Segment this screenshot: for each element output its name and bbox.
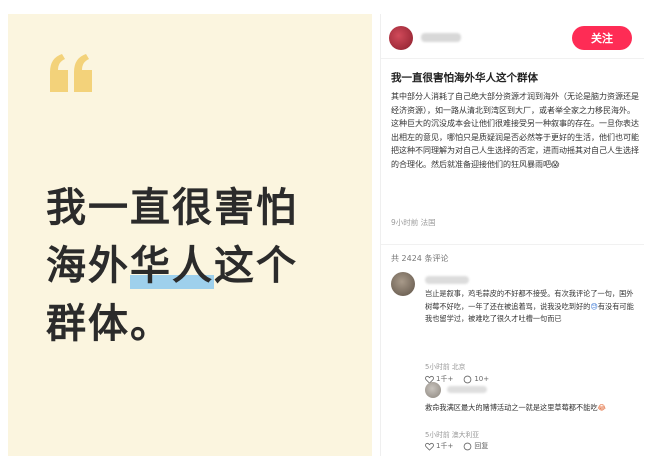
note-title: 我一直很害怕海外华人这个群体: [391, 72, 538, 84]
commenter-name-blurred[interactable]: [425, 276, 469, 284]
headline-line-2: 海外华人这个: [46, 237, 366, 295]
note-paragraph-2: 这种巨大的沉没成本会让他们很难接受另一种叙事的存在。一旦你表达出相左的意见，哪怕…: [391, 117, 639, 171]
author-avatar[interactable]: [389, 26, 413, 50]
follow-button[interactable]: 关注: [572, 26, 632, 50]
reply-actions: 1千+ 回复: [425, 441, 488, 451]
comment-item: 岂止是叙事，鸡毛蒜皮的不好都不接受。有次我评论了一句，国外树莓不好吃，一年了还在…: [391, 272, 641, 384]
comment-text: 岂止是叙事，鸡毛蒜皮的不好都不接受。有次我评论了一句，国外树莓不好吃，一年了还在…: [425, 288, 635, 326]
author-row: 关注: [389, 24, 638, 54]
note-paragraph-2-text: 这种巨大的沉没成本会让他们很难接受另一种叙事的存在。一旦你表达出相左的意见，哪怕…: [391, 119, 639, 169]
headline-line-2-post: 这个: [214, 243, 298, 289]
like-button[interactable]: 1千+: [425, 441, 453, 451]
reply-button[interactable]: 回复: [463, 441, 488, 451]
note-image-card[interactable]: 我一直很害怕 海外华人这个 群体。: [8, 14, 372, 456]
comment-count: 共 2424 条评论: [391, 254, 449, 263]
comment-bubble-icon: [464, 442, 472, 450]
like-count: 1千+: [436, 442, 454, 450]
headline-highlight: 华人: [130, 243, 214, 289]
note-meta: 9小时前 法国: [391, 218, 436, 227]
note-detail-view: 我一直很害怕 海外华人这个 群体。 关注 我一直很害怕海外华人这个群体 其中部分…: [0, 0, 650, 461]
reply-meta: 5小时前 澳大利亚: [425, 431, 480, 439]
scream-emoji-icon: 😱: [551, 159, 560, 169]
commenter-avatar[interactable]: [391, 272, 415, 296]
note-body: 其中部分人消耗了自己绝大部分资源才润到海外（无论是脑力资源还是经济资源），如一路…: [391, 90, 639, 172]
note-paragraph-1: 其中部分人消耗了自己绝大部分资源才润到海外（无论是脑力资源还是经济资源），如一路…: [391, 92, 639, 115]
comment-meta: 5小时前 北京: [425, 363, 466, 371]
heart-icon: [425, 442, 434, 451]
reply-text-main: 救命我满区最大的赌博活动之一就是这里草莓都不能吃: [425, 403, 598, 412]
laugh-emoji-icon: 😂: [597, 403, 606, 412]
note-panel: 关注 我一直很害怕海外华人这个群体 其中部分人消耗了自己绝大部分资源才润到海外（…: [380, 14, 644, 456]
reply-item: 救命我满区最大的赌博活动之一就是这里草莓都不能吃😂 5小时前 澳大利亚 1千+ …: [425, 382, 635, 454]
sweat-emoji-icon: 😓: [590, 301, 598, 311]
divider: [381, 244, 644, 245]
divider: [381, 58, 644, 59]
quote-icon: [48, 52, 96, 104]
replier-name-blurred[interactable]: [447, 386, 487, 393]
reply-label: 回复: [474, 442, 489, 450]
reply-text: 救命我满区最大的赌博活动之一就是这里草莓都不能吃😂: [425, 402, 631, 415]
headline-line-2-pre: 海外: [46, 243, 130, 289]
card-headline: 我一直很害怕 海外华人这个 群体。: [46, 179, 366, 353]
replier-avatar[interactable]: [425, 382, 441, 398]
author-name-blurred[interactable]: [421, 33, 461, 42]
headline-line-1: 我一直很害怕: [46, 185, 298, 231]
headline-line-3: 群体。: [46, 301, 172, 347]
